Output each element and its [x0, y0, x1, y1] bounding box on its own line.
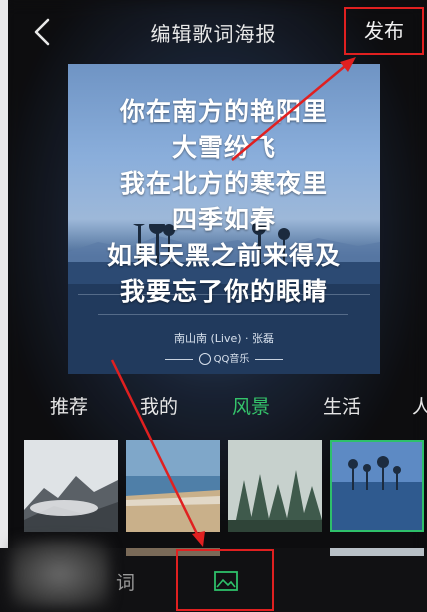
- tab-life[interactable]: 生活: [323, 392, 361, 419]
- publish-button[interactable]: 发布: [344, 7, 424, 55]
- image-icon: [214, 571, 238, 591]
- edge-strip: [0, 0, 8, 612]
- tab-people[interactable]: 人: [412, 392, 427, 419]
- thumbnail-misty-mountains[interactable]: [24, 440, 118, 532]
- brand-watermark: QQ音乐: [68, 350, 380, 365]
- qq-music-logo-icon: [198, 353, 211, 365]
- lyrics-block: 你在南方的艳阳里 大雪纷飞 我在北方的寒夜里 四季如春 如果天黑之前来得及 我要…: [68, 94, 380, 310]
- lyric-line: 你在南方的艳阳里: [119, 97, 328, 126]
- thumbnail-row-edge: [330, 548, 424, 556]
- header: 编辑歌词海报 发布: [0, 0, 427, 64]
- blurred-region: [10, 540, 110, 608]
- lyrics-tab-label[interactable]: 词: [116, 568, 135, 595]
- lyric-line: 我要忘了你的眼睛: [119, 277, 328, 306]
- thumbnail-beach[interactable]: [126, 440, 220, 532]
- background-image-button[interactable]: [176, 549, 274, 611]
- thumbnail-lake-trees[interactable]: [330, 440, 424, 532]
- song-info: 南山南 (Live) · 张磊: [173, 332, 275, 345]
- divider: [164, 358, 193, 360]
- category-tabs: 推荐 我的 风景 生活 人: [0, 380, 427, 426]
- thumbnail-foggy-forest[interactable]: [228, 440, 322, 532]
- brand-label: QQ音乐: [213, 354, 250, 365]
- tab-recommended[interactable]: 推荐: [50, 392, 88, 419]
- divider: [255, 358, 284, 360]
- lyric-line: 如果天黑之前来得及: [106, 241, 341, 270]
- lyric-line: 我在北方的寒夜里: [119, 169, 328, 198]
- lyric-line: 大雪纷飞: [171, 133, 276, 162]
- tab-mine[interactable]: 我的: [140, 392, 178, 419]
- lyric-poster-preview: 你在南方的艳阳里 大雪纷飞 我在北方的寒夜里 四季如春 如果天黑之前来得及 我要…: [68, 64, 380, 374]
- tab-scenery[interactable]: 风景: [232, 392, 270, 419]
- lyric-line: 四季如春: [171, 205, 276, 234]
